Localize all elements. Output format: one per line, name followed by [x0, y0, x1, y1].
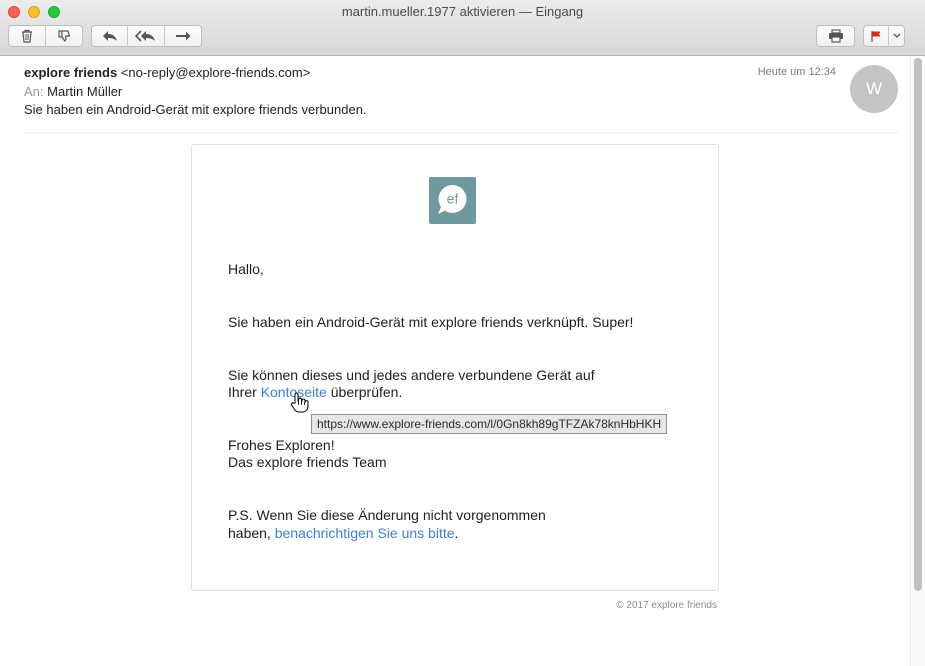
explore-friends-logo: ef	[429, 177, 476, 224]
sender-name: explore friends	[24, 65, 118, 80]
delete-button[interactable]	[9, 26, 46, 46]
sender-address: <no-reply@explore-friends.com>	[120, 65, 311, 80]
ps-line-1: P.S. Wenn Sie diese Änderung nicht vorge…	[228, 507, 546, 523]
body-line-2b: Ihrer Kontoseite überprüfen.	[228, 383, 402, 401]
body-line-2b-post: überprüfen.	[326, 384, 403, 400]
forward-button[interactable]	[165, 26, 201, 46]
delete-junk-button-group	[8, 25, 83, 47]
body-line-2b-pre: Ihrer	[228, 384, 261, 400]
chevron-down-icon	[893, 33, 900, 38]
recipient-name[interactable]: Martin Müller	[47, 84, 122, 99]
flag-menu-button[interactable]	[889, 26, 904, 46]
reply-button-group	[91, 25, 202, 47]
notify-us-link[interactable]: benachrichtigen Sie uns bitte	[275, 525, 455, 541]
recipient-label: An:	[24, 84, 44, 99]
closing-line-2: Das explore friends Team	[228, 454, 387, 470]
closing-line-1: Frohes Exploren!	[228, 437, 335, 453]
ps-line-2: haben, benachrichtigen Sie uns bitte.	[228, 524, 458, 542]
greeting: Hallo,	[228, 261, 264, 277]
junk-button[interactable]	[46, 26, 83, 46]
print-button[interactable]	[816, 25, 855, 47]
reply-button[interactable]	[92, 26, 129, 46]
ps-line-2-pre: haben,	[228, 525, 275, 541]
ps-line-2-post: .	[454, 525, 459, 541]
body-line-2a: Sie können dieses und jedes andere verbu…	[228, 367, 595, 383]
logo-text: ef	[447, 191, 459, 207]
flag-button[interactable]	[864, 26, 889, 46]
sender[interactable]: explore friends <no-reply@explore-friend…	[24, 65, 310, 80]
link-url-tooltip: https://www.explore-friends.com/l/0Gn8kh…	[311, 414, 668, 434]
body-line-1: Sie haben ein Android-Gerät mit explore …	[228, 314, 634, 330]
reply-icon	[102, 31, 117, 41]
forward-icon	[175, 31, 191, 41]
sender-avatar: W	[850, 65, 898, 113]
flag-button-group	[863, 25, 905, 47]
recipient-line: An: Martin Müller	[24, 84, 122, 99]
scrollbar-thumb[interactable]	[914, 58, 922, 591]
flag-icon	[871, 30, 881, 42]
email-subject: Sie haben ein Android-Gerät mit explore …	[24, 102, 367, 117]
trash-icon	[21, 29, 32, 43]
window-title: martin.mueller.1977 aktivieren — Eingang	[341, 4, 584, 19]
email-date: Heute um 12:34	[757, 66, 836, 78]
hand-pointer-icon	[290, 392, 309, 413]
window-toolbar: martin.mueller.1977 aktivieren — Eingang	[0, 0, 925, 56]
header-divider	[24, 132, 898, 133]
thumbs-down-icon	[58, 30, 70, 42]
print-button-face[interactable]	[817, 26, 854, 46]
print-icon	[828, 29, 843, 43]
reply-all-button[interactable]	[128, 26, 165, 46]
reply-all-icon	[135, 30, 156, 42]
footer-copyright: © 2017 explore friends	[616, 600, 717, 611]
